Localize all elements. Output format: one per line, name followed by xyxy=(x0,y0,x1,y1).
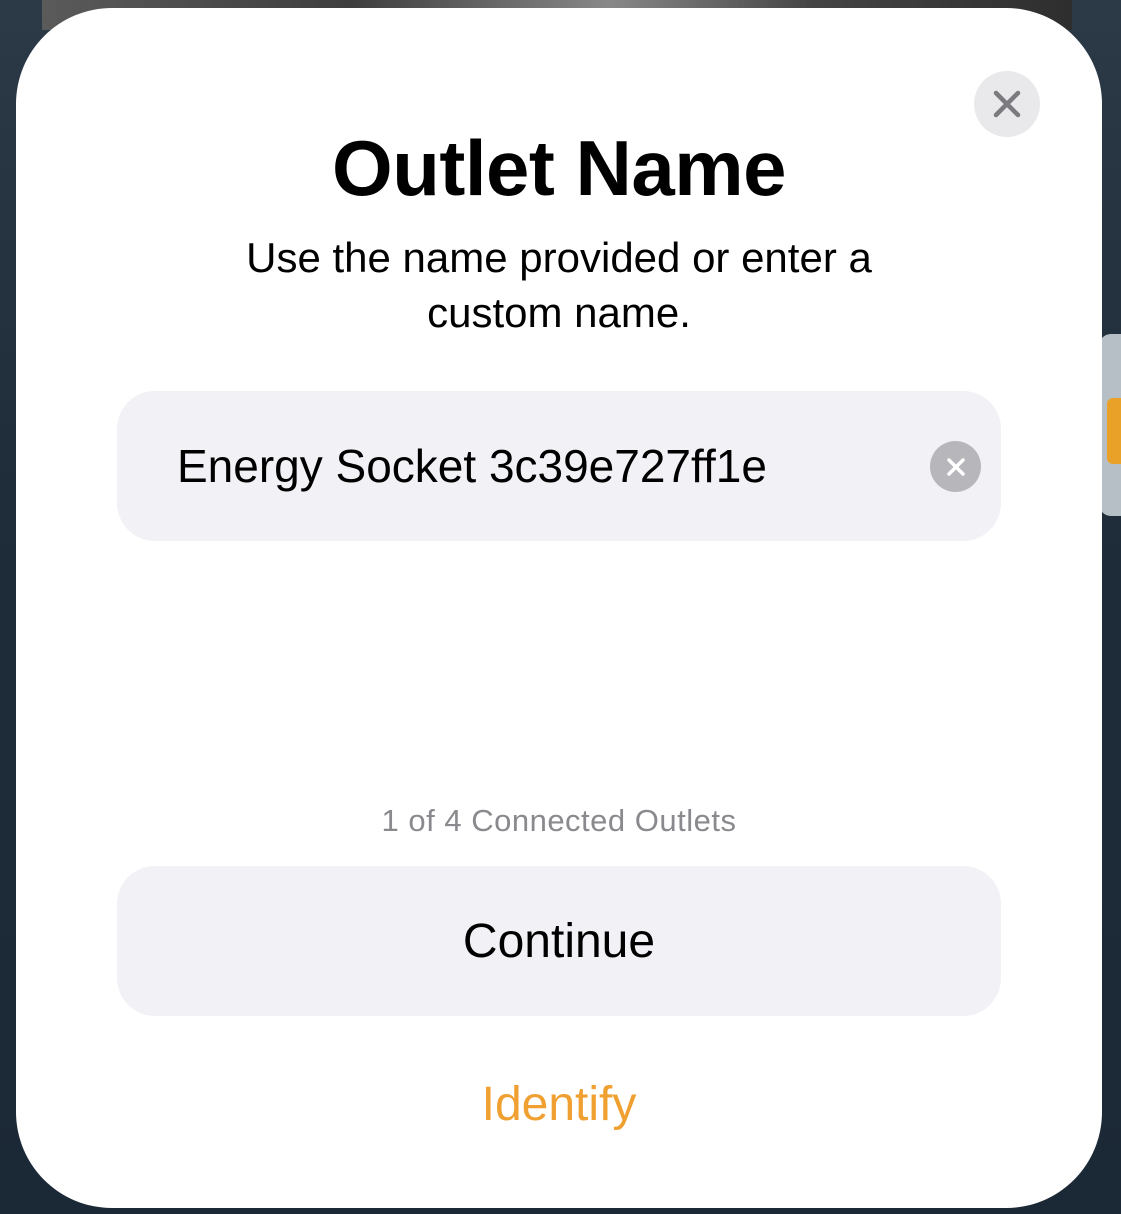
close-icon xyxy=(993,90,1021,118)
identify-button[interactable]: Identify xyxy=(16,1075,1102,1135)
clear-text-button[interactable] xyxy=(930,441,981,492)
page-title: Outlet Name xyxy=(332,124,786,212)
instructions-text: Use the name provided or enter a custom … xyxy=(246,234,872,336)
outlet-name-sheet: Outlet Name Use the name provided or ent… xyxy=(16,8,1102,1208)
background-accessory-icon xyxy=(1107,398,1121,464)
outlet-progress-label: 1 of 4 Connected Outlets xyxy=(381,803,737,838)
continue-button[interactable]: Continue xyxy=(117,866,1001,1016)
outlet-name-input[interactable] xyxy=(177,391,917,541)
clear-circle-icon xyxy=(946,457,965,476)
outlet-name-field xyxy=(117,391,1001,541)
